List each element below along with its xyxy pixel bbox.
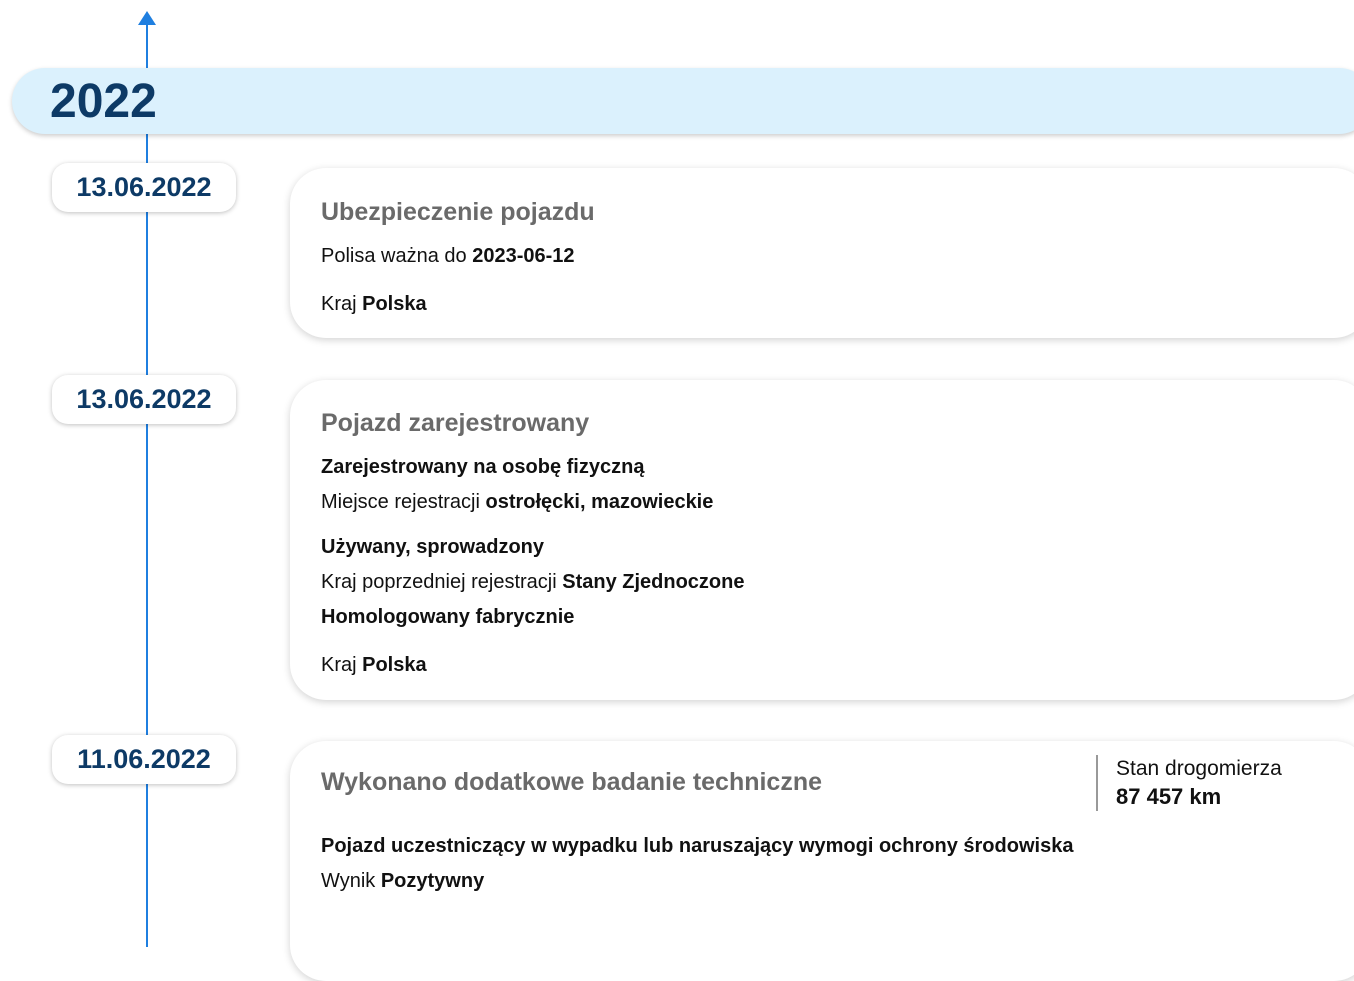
- arrow-up-icon: [138, 11, 156, 25]
- event-card-insurance[interactable]: Ubezpieczenie pojazdu Polisa ważna do 20…: [290, 168, 1354, 338]
- policy-label: Polisa ważna do: [321, 245, 473, 267]
- status-value: Używany, sprowadzony: [321, 536, 545, 558]
- country-value: Polska: [362, 654, 427, 676]
- prev-country-value: Stany Zjednoczone: [562, 571, 745, 593]
- result-label: Wynik: [321, 870, 381, 892]
- event-date-badge: 13.06.2022: [52, 163, 236, 212]
- year-header: 2022: [12, 68, 1354, 134]
- owner-type: Zarejestrowany na osobę fizyczną: [321, 456, 644, 479]
- event-date-badge: 11.06.2022: [52, 735, 236, 784]
- homologation-value: Homologowany fabrycznie: [321, 606, 575, 628]
- event-title: Ubezpieczenie pojazdu: [321, 198, 595, 226]
- year-title: 2022: [50, 75, 157, 128]
- place-value: ostrołęcki, mazowieckie: [485, 491, 714, 513]
- country-row: Kraj Polska: [321, 293, 427, 316]
- policy-row: Polisa ważna do 2023-06-12: [321, 245, 575, 268]
- owner-type-value: Zarejestrowany na osobę fizyczną: [321, 456, 645, 478]
- country-label: Kraj: [321, 654, 363, 676]
- event-card-registration[interactable]: Pojazd zarejestrowany Zarejestrowany na …: [290, 380, 1354, 700]
- event-title: Pojazd zarejestrowany: [321, 409, 590, 437]
- event-title: Wykonano dodatkowe badanie techniczne: [321, 768, 823, 796]
- policy-value: 2023-06-12: [472, 245, 575, 267]
- homologation-row: Homologowany fabrycznie: [321, 606, 574, 629]
- event-card-inspection[interactable]: Wykonano dodatkowe badanie techniczne St…: [290, 741, 1354, 981]
- result-row: Wynik Pozytywny: [321, 870, 484, 893]
- prev-country-label: Kraj poprzedniej rejestracji: [321, 571, 563, 593]
- prev-country-row: Kraj poprzedniej rejestracji Stany Zjedn…: [321, 571, 744, 594]
- country-value: Polska: [362, 293, 427, 315]
- reason-row: Pojazd uczestniczący w wypadku lub narus…: [321, 835, 1073, 858]
- place-label: Miejsce rejestracji: [321, 491, 486, 513]
- status-row: Używany, sprowadzony: [321, 536, 544, 559]
- odometer-label: Stan drogomierza: [1116, 757, 1282, 780]
- reason-value: Pojazd uczestniczący w wypadku lub narus…: [321, 835, 1074, 857]
- odometer-value: 87 457 km: [1116, 784, 1222, 809]
- country-label: Kraj: [321, 293, 363, 315]
- odometer: Stan drogomierza 87 457 km: [1096, 755, 1282, 811]
- event-date-badge: 13.06.2022: [52, 375, 236, 424]
- country-row: Kraj Polska: [321, 654, 427, 677]
- result-value: Pozytywny: [380, 870, 485, 892]
- place-row: Miejsce rejestracji ostrołęcki, mazowiec…: [321, 491, 713, 514]
